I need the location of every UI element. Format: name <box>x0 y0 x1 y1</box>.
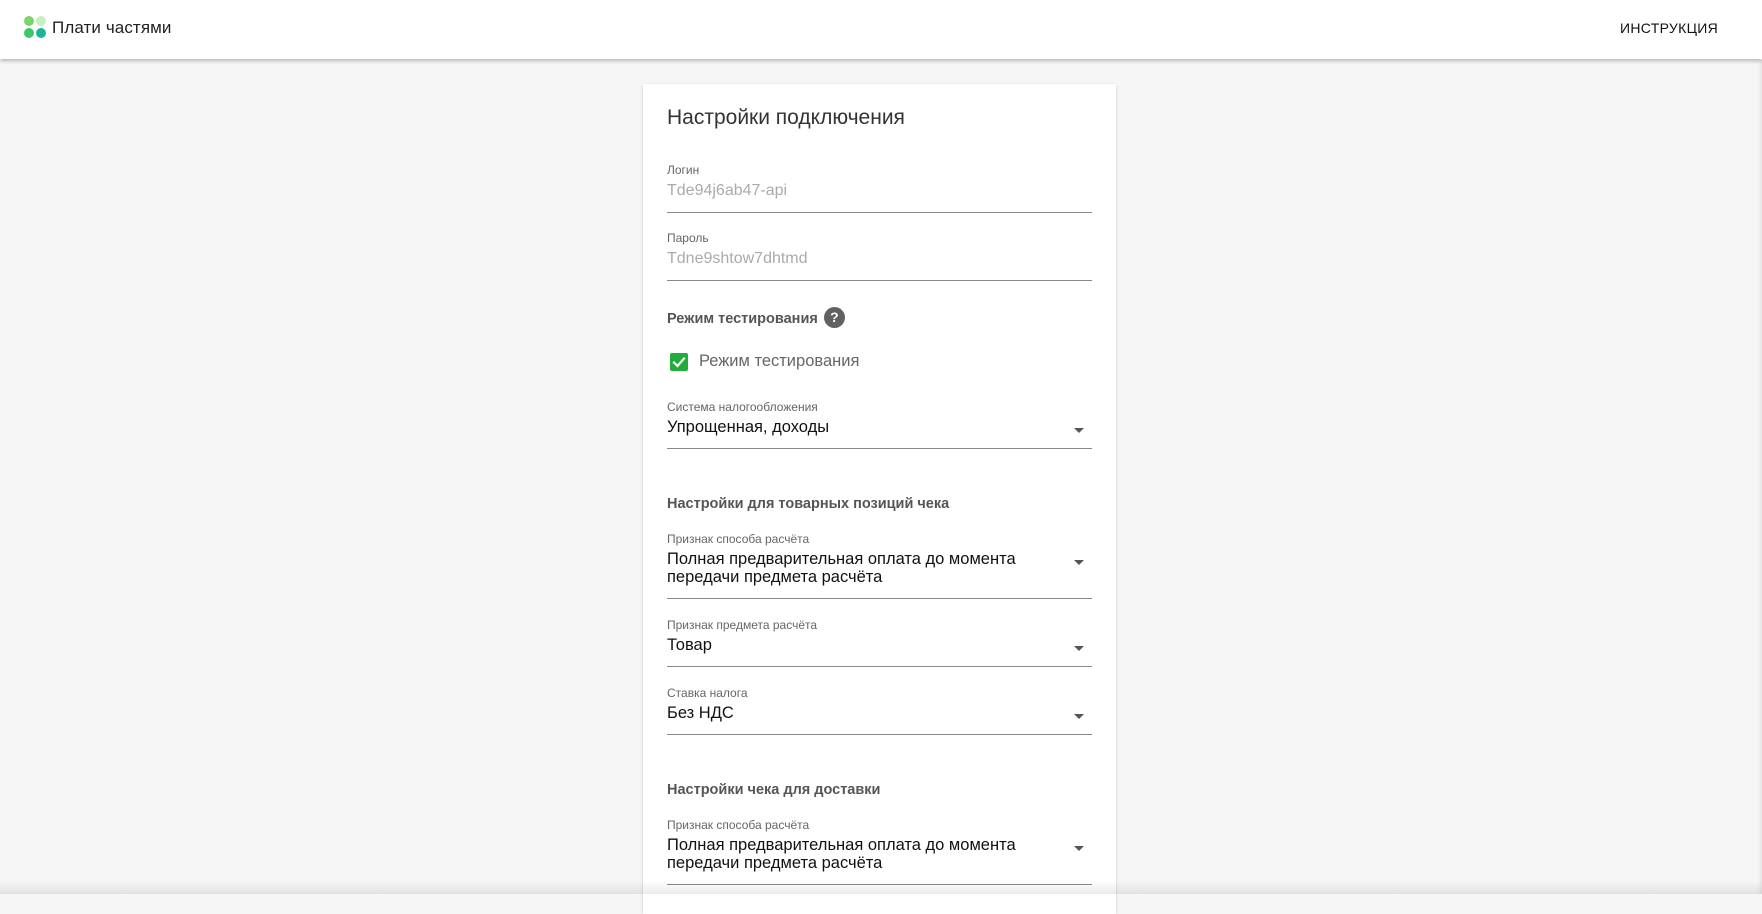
payment-object-label: Признак предмета расчёта <box>667 618 818 632</box>
delivery-payment-method-underline <box>667 884 1092 885</box>
tax-system-label: Система налогообложения <box>667 400 818 414</box>
password-label: Пароль <box>667 231 709 245</box>
payment-object-select[interactable]: Признак предмета расчёта Товар <box>667 618 1092 667</box>
tax-rate-underline <box>667 734 1092 735</box>
tax-rate-value: Без НДС <box>667 704 734 722</box>
test-mode-checkbox-label: Режим тестирования <box>699 352 860 370</box>
tax-system-underline <box>667 448 1092 449</box>
test-mode-checkbox[interactable] <box>670 353 688 371</box>
password-value[interactable]: Tdne9shtow7dhtmd <box>667 250 1092 268</box>
chevron-down-icon <box>1074 846 1084 851</box>
payment-object-underline <box>667 666 1092 667</box>
login-value[interactable]: Tde94j6ab47-api <box>667 182 1092 200</box>
tax-system-value: Упрощенная, доходы <box>667 418 830 436</box>
delivery-payment-method-select[interactable]: Признак способа расчёта Полная предварит… <box>667 818 1092 885</box>
logo-icon <box>24 16 48 40</box>
delivery-payment-method-value: Полная предварительная оплата до момента… <box>667 836 1016 872</box>
payment-object-value: Товар <box>667 636 712 654</box>
chevron-down-icon <box>1074 428 1084 433</box>
password-field[interactable]: Пароль Tdne9shtow7dhtmd <box>667 231 1092 281</box>
login-label: Логин <box>667 163 700 177</box>
chevron-down-icon <box>1074 714 1084 719</box>
instruction-link[interactable]: ИНСТРУКЦИЯ <box>1620 20 1718 36</box>
chevron-down-icon <box>1074 646 1084 651</box>
items-section-heading: Настройки для товарных позиций чека <box>667 496 950 512</box>
tax-rate-label: Ставка налога <box>667 686 748 700</box>
password-underline <box>667 280 1092 281</box>
test-mode-heading-text: Режим тестирования <box>667 310 818 327</box>
items-payment-method-underline <box>667 598 1092 599</box>
delivery-payment-method-label: Признак способа расчёта <box>667 818 810 832</box>
items-payment-method-value: Полная предварительная оплата до момента… <box>667 550 1016 586</box>
chevron-down-icon <box>1074 560 1084 565</box>
delivery-section-heading: Настройки чека для доставки <box>667 782 881 798</box>
tax-system-select[interactable]: Система налогообложения Упрощенная, дохо… <box>667 400 1092 449</box>
tax-rate-select[interactable]: Ставка налога Без НДС <box>667 686 1092 735</box>
question-circle-icon[interactable]: ? <box>823 307 845 328</box>
login-underline <box>667 212 1092 213</box>
test-mode-heading: Режим тестирования ? <box>667 307 845 328</box>
page-title: Настройки подключения <box>667 106 905 129</box>
checkmark-icon <box>672 356 686 368</box>
items-payment-method-select[interactable]: Признак способа расчёта Полная предварит… <box>667 532 1092 599</box>
app-header: Плати частями ИНСТРУКЦИЯ <box>0 0 1762 59</box>
settings-card: Настройки подключения Логин Tde94j6ab47-… <box>643 84 1116 914</box>
brand-name: Плати частями <box>52 18 172 37</box>
login-field[interactable]: Логин Tde94j6ab47-api <box>667 163 1092 213</box>
items-payment-method-label: Признак способа расчёта <box>667 532 810 546</box>
